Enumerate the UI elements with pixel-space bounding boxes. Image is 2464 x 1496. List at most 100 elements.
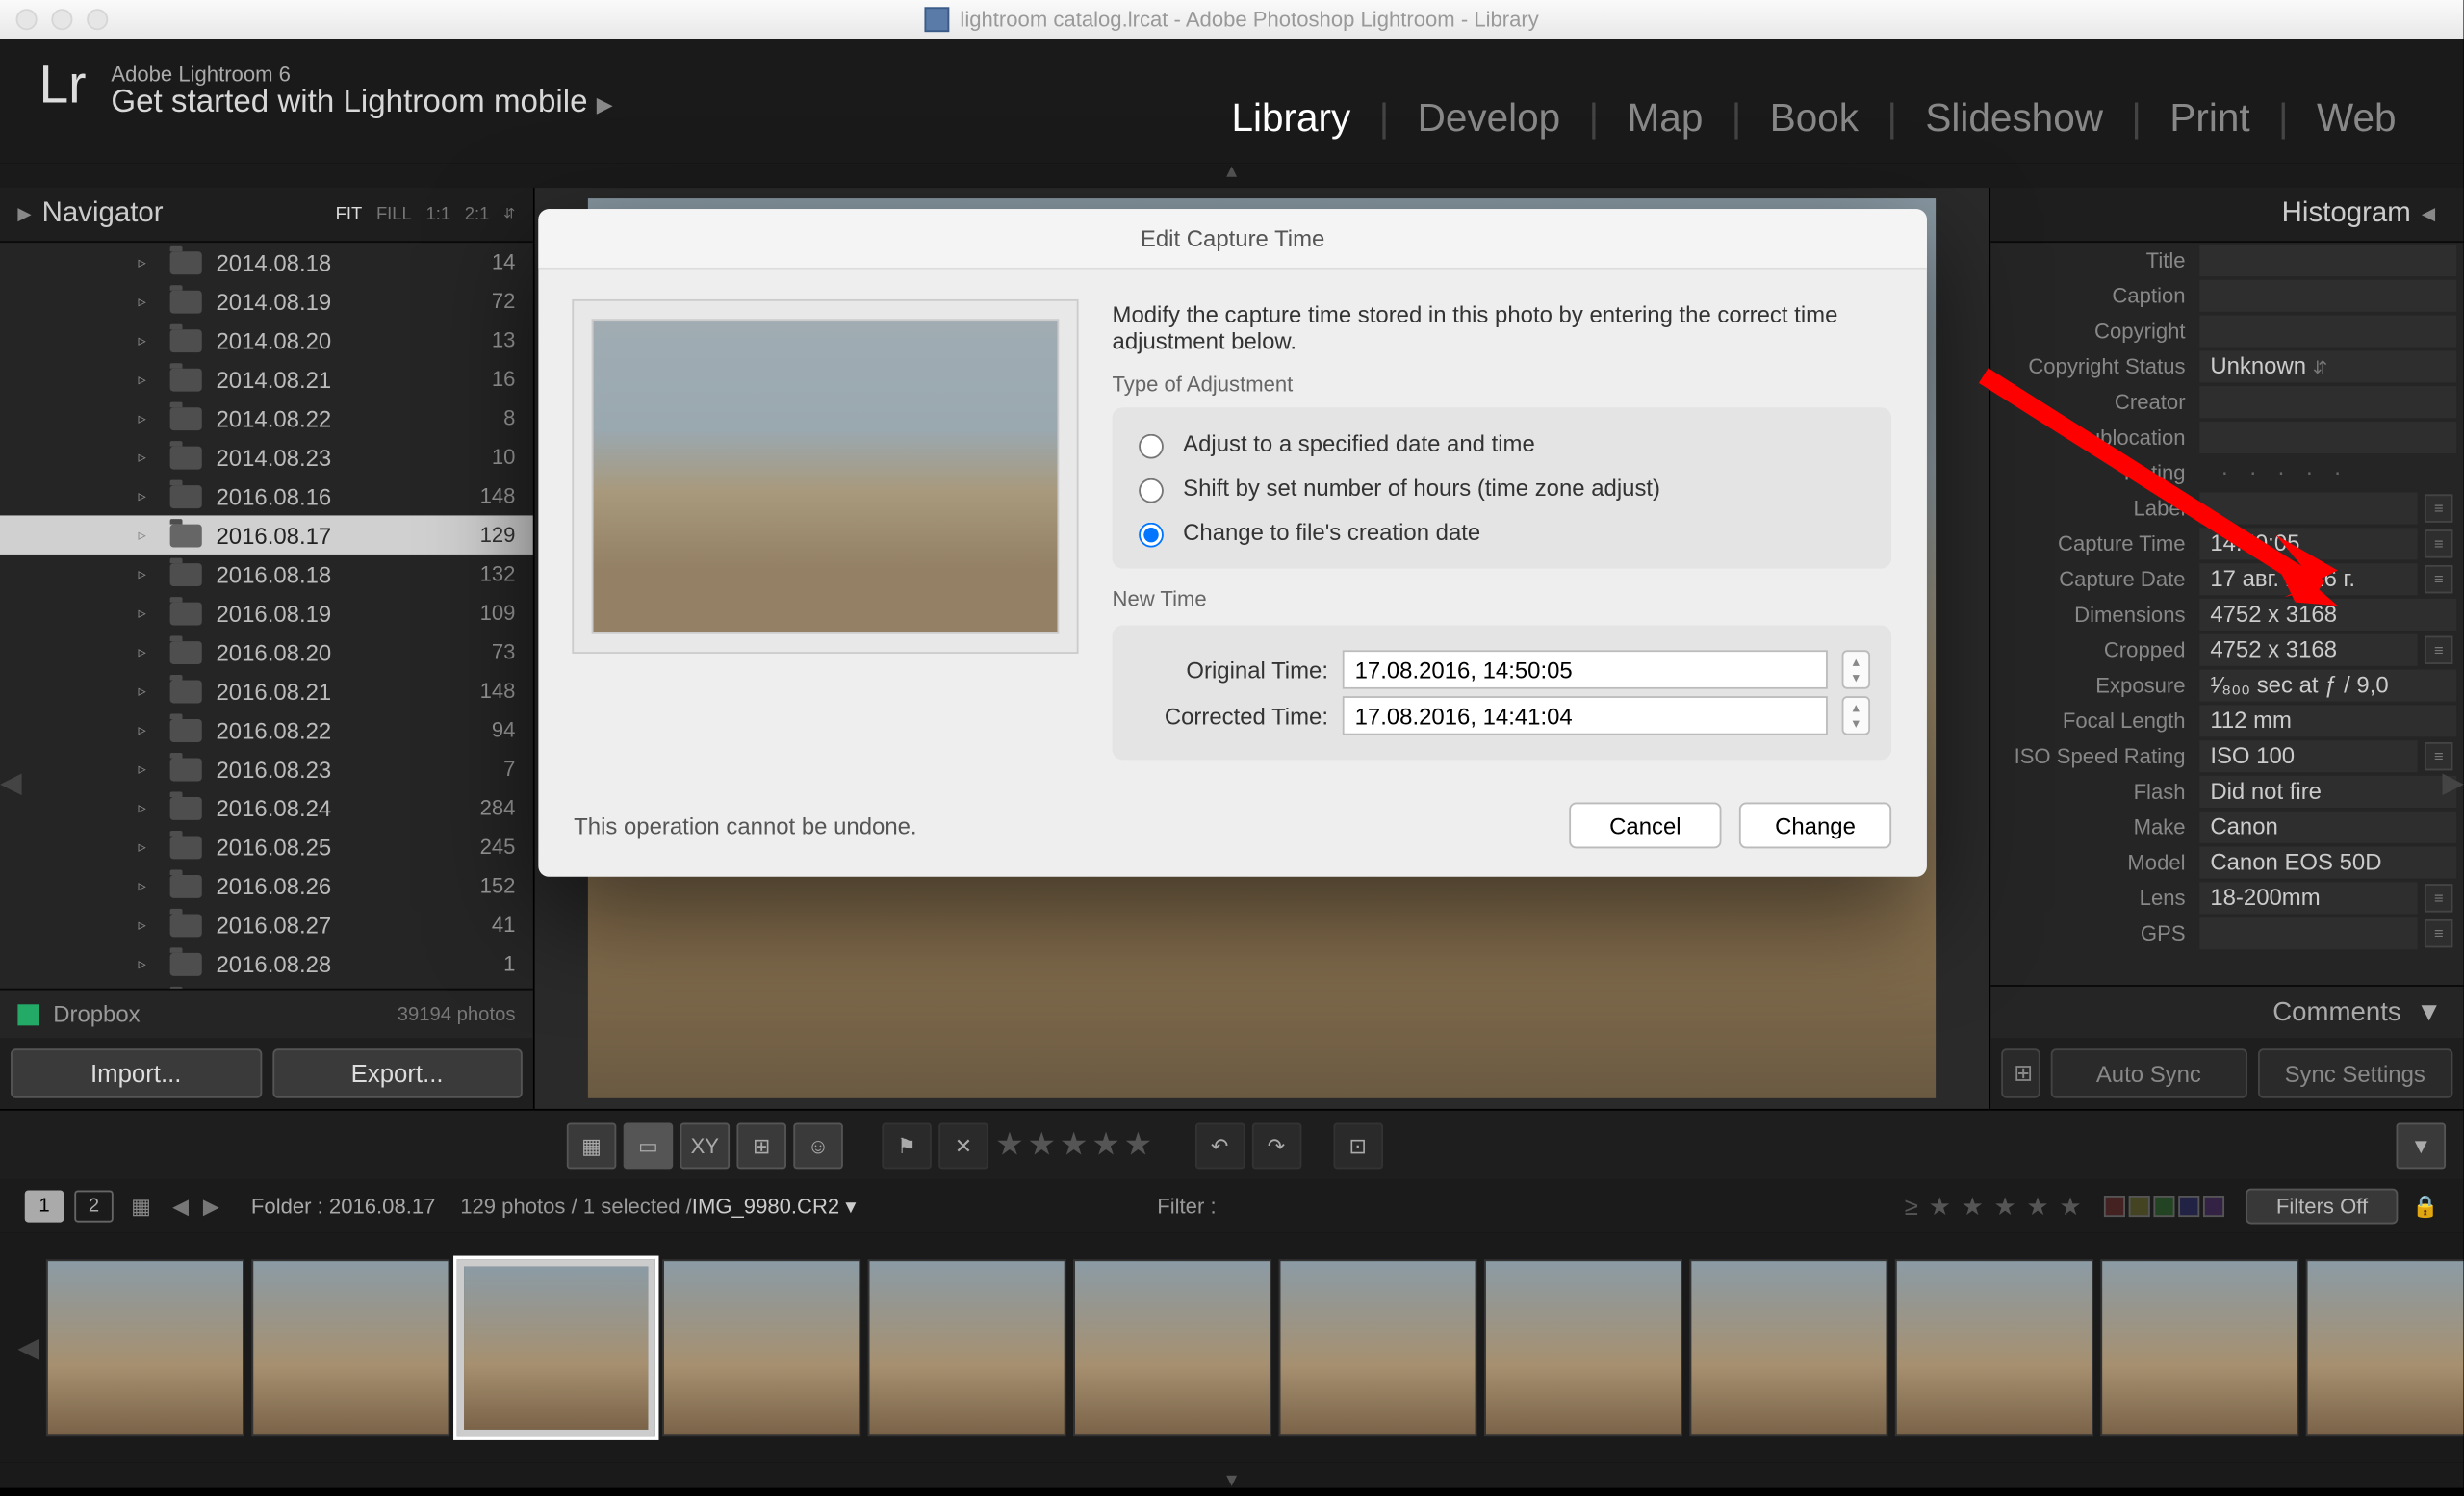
metadata-value[interactable]: 112 mm (2199, 705, 2456, 736)
current-file[interactable]: IMG_9980.CR2 ▾ (692, 1194, 857, 1219)
metadata-value[interactable] (2199, 280, 2456, 312)
flag-pick-icon[interactable]: ⚑ (882, 1122, 932, 1169)
folder-row[interactable]: ▹2016.08.2294 (0, 710, 533, 749)
module-develop[interactable]: Develop (1389, 95, 1588, 142)
get-started-link[interactable]: Get started with Lightroom mobile ▶ (111, 83, 612, 120)
filmstrip-thumb[interactable] (1895, 1259, 2093, 1436)
folder-row[interactable]: ▹2016.08.17129 (0, 515, 533, 554)
change-button[interactable]: Change (1739, 803, 1891, 849)
metadata-value[interactable]: 4752 x 3168 (2199, 634, 2417, 666)
module-web[interactable]: Web (2289, 95, 2425, 142)
folder-row[interactable]: ▹2016.08.25245 (0, 827, 533, 865)
filmstrip-thumb[interactable] (46, 1259, 244, 1436)
metadata-action-icon[interactable]: ≡ (2425, 636, 2452, 664)
auto-sync-button[interactable]: Auto Sync (2051, 1048, 2246, 1098)
radio-shift-hours[interactable]: Shift by set number of hours (time zone … (1130, 466, 1874, 510)
radio-specified-time[interactable]: Adjust to a specified date and time (1130, 422, 1874, 466)
module-print[interactable]: Print (2142, 95, 2278, 142)
filter-lock-icon[interactable]: 🔒 (2412, 1194, 2439, 1219)
filmstrip-thumb[interactable] (868, 1259, 1066, 1436)
folder-row[interactable]: ▹2014.08.228 (0, 399, 533, 437)
traffic-lights[interactable] (16, 9, 109, 30)
metadata-value[interactable] (2199, 316, 2456, 348)
folder-row[interactable]: ▹2014.08.2116 (0, 360, 533, 399)
metadata-value[interactable]: Did not fire (2199, 776, 2456, 808)
rotate-ccw-icon[interactable]: ↶ (1194, 1122, 1245, 1169)
module-book[interactable]: Book (1741, 95, 1886, 142)
metadata-value[interactable] (2199, 422, 2456, 453)
metadata-value[interactable]: 14:50:05 (2199, 528, 2417, 559)
metadata-action-icon[interactable]: ≡ (2425, 529, 2452, 557)
metadata-value[interactable] (2199, 917, 2417, 949)
metadata-value[interactable]: 17 авг. 2016 г. (2199, 563, 2417, 595)
metadata-value[interactable]: Unknown ⇵ (2199, 350, 2456, 382)
navigator-header[interactable]: ▶ Navigator FIT FILL 1:1 2:1 ⇵ (0, 188, 533, 243)
export-button[interactable]: Export... (271, 1048, 522, 1098)
filmstrip-thumb[interactable] (663, 1259, 861, 1436)
metadata-value[interactable]: 4752 x 3168 (2199, 599, 2456, 631)
screen-2[interactable]: 2 (74, 1190, 113, 1222)
nav-fit[interactable]: FIT (336, 205, 363, 224)
compare-view-icon[interactable]: XY (680, 1122, 731, 1169)
histogram-header[interactable]: Histogram ◀ (1990, 188, 2463, 243)
rotate-cw-icon[interactable]: ↷ (1251, 1122, 1301, 1169)
scroll-left-icon[interactable]: ◀ (17, 1330, 39, 1366)
folder-row[interactable]: ▹2016.08.2741 (0, 905, 533, 943)
collapse-top[interactable]: ▴ (0, 163, 2463, 188)
folder-row[interactable]: ▹2016.08.24284 (0, 788, 533, 827)
filter-colors[interactable] (2104, 1196, 2224, 1217)
metadata-value[interactable]: 18-200mm (2199, 882, 2417, 914)
filmstrip-thumb[interactable] (1690, 1259, 1888, 1436)
filmstrip-thumb-selected[interactable] (457, 1259, 655, 1436)
nav-2-1[interactable]: 2:1 (465, 205, 490, 224)
filmstrip-thumb[interactable] (1484, 1259, 1682, 1436)
collapse-bottom[interactable]: ▾ (0, 1463, 2463, 1488)
import-button[interactable]: Import... (11, 1048, 261, 1098)
metadata-value[interactable]: · · · · · (2199, 457, 2456, 489)
folder-row[interactable]: ▹2016.08.18132 (0, 555, 533, 593)
collapse-right[interactable]: ▶ (2442, 747, 2463, 818)
rating-stars[interactable]: ★★★★★ (995, 1126, 1156, 1164)
stepper-icon[interactable]: ▴▾ (1842, 650, 1870, 688)
loupe-view-icon[interactable]: ▭ (624, 1122, 674, 1169)
grid-view-icon[interactable]: ▦ (567, 1122, 617, 1169)
metadata-value[interactable]: ¹⁄₈₀₀ sec at ƒ / 9,0 (2199, 670, 2456, 702)
filmstrip-thumb[interactable] (2306, 1259, 2463, 1436)
metadata-value[interactable]: Canon EOS 50D (2199, 847, 2456, 879)
original-time-input[interactable] (1343, 650, 1828, 688)
metadata-action-icon[interactable]: ≡ (2425, 884, 2452, 912)
sync-switch-icon[interactable]: ⊞ (2001, 1048, 2040, 1098)
metadata-value[interactable] (2199, 245, 2456, 276)
folder-row[interactable]: ▹2016.08.21148 (0, 671, 533, 709)
filmstrip-thumb[interactable] (252, 1259, 450, 1436)
metadata-action-icon[interactable]: ≡ (2425, 494, 2452, 522)
folder-row[interactable]: ▹2014.08.2013 (0, 321, 533, 359)
folder-row[interactable]: ▹2016.08.16148 (0, 477, 533, 515)
nav-1-1[interactable]: 1:1 (425, 205, 450, 224)
comments-header[interactable]: Comments ▼ (1990, 985, 2463, 1038)
stepper-icon[interactable]: ▴▾ (1842, 696, 1870, 735)
folder-row[interactable]: ▹2014.08.1972 (0, 282, 533, 321)
metadata-value[interactable]: Canon (2199, 812, 2456, 843)
folder-row[interactable]: ▹2014.08.1814 (0, 243, 533, 281)
radio-file-date[interactable]: Change to file's creation date (1130, 510, 1874, 555)
filmstrip-thumb[interactable] (1074, 1259, 1272, 1436)
nav-more-icon[interactable]: ⇵ (503, 205, 515, 224)
metadata-value[interactable]: ISO 100 (2199, 740, 2417, 772)
collapse-left[interactable]: ◀ (0, 747, 21, 818)
face-tag-icon[interactable]: ⊡ (1333, 1122, 1383, 1169)
metadata-action-icon[interactable]: ≡ (2425, 919, 2452, 947)
flag-reject-icon[interactable]: ✕ (938, 1122, 988, 1169)
filter-stars[interactable]: ≥ ★ ★ ★ ★ ★ (1905, 1191, 2084, 1221)
folder-row[interactable]: ▹Израиль521 (0, 983, 533, 989)
prev-icon[interactable]: ◀ (172, 1194, 189, 1219)
metadata-value[interactable] (2199, 386, 2456, 418)
grid-icon[interactable]: ▦ (131, 1194, 151, 1219)
metadata-value[interactable] (2199, 493, 2417, 525)
folder-row[interactable]: ▹2016.08.237 (0, 749, 533, 787)
publish-service[interactable]: Dropbox 39194 photos (0, 989, 533, 1039)
folder-row[interactable]: ▹2014.08.2310 (0, 437, 533, 476)
corrected-time-input[interactable] (1343, 696, 1828, 735)
cancel-button[interactable]: Cancel (1569, 803, 1721, 849)
metadata-action-icon[interactable]: ≡ (2425, 565, 2452, 593)
